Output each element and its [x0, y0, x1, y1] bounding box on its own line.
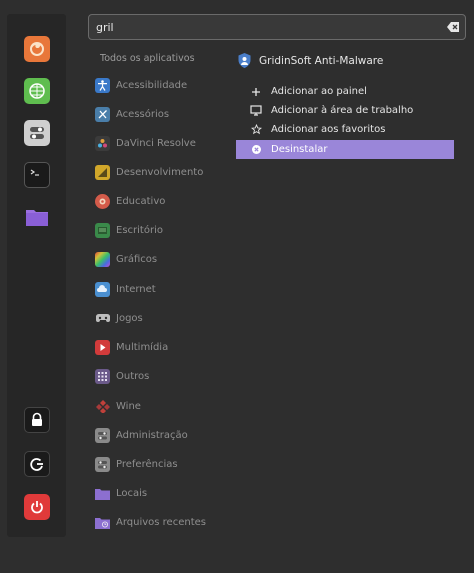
davinci-icon	[95, 135, 110, 151]
category-recent-files[interactable]: Arquivos recentes	[95, 512, 235, 532]
category-preferences[interactable]: Preferências	[95, 454, 235, 474]
accessories-icon	[95, 106, 110, 122]
administration-icon	[95, 427, 110, 443]
terminal-icon[interactable]	[24, 162, 50, 188]
uninstall-icon	[250, 144, 262, 156]
category-development[interactable]: Desenvolvimento	[95, 162, 235, 182]
category-label: Acessibilidade	[116, 79, 188, 91]
games-icon	[95, 311, 110, 326]
favorites-sidebar	[7, 14, 66, 537]
places-icon	[95, 486, 110, 501]
wine-icon	[95, 399, 110, 414]
category-others[interactable]: Outros	[95, 366, 235, 386]
category-label: DaVinci Resolve	[116, 137, 196, 149]
category-internet[interactable]: Internet	[95, 279, 235, 299]
star-icon	[250, 124, 262, 136]
category-davinci-resolve[interactable]: DaVinci Resolve	[95, 133, 235, 153]
green-app-icon[interactable]	[24, 78, 50, 104]
category-header-all-apps[interactable]: Todos os aplicativos	[100, 53, 195, 64]
category-label: Wine	[116, 400, 141, 412]
desktop-icon	[250, 105, 262, 117]
plus-icon	[250, 86, 262, 98]
category-label: Gráficos	[116, 253, 158, 265]
category-label: Escritório	[116, 224, 163, 236]
power-icon[interactable]	[24, 494, 50, 520]
clear-search-icon[interactable]	[447, 21, 460, 33]
recent-files-icon	[95, 515, 110, 530]
office-icon	[95, 222, 110, 238]
category-label: Administração	[116, 429, 188, 441]
uninstall-action[interactable]: Desinstalar	[236, 140, 454, 159]
graphics-icon	[95, 251, 110, 267]
firefox-icon[interactable]	[24, 36, 50, 62]
development-icon	[95, 164, 110, 180]
category-administration[interactable]: Administração	[95, 425, 235, 445]
action-label: Desinstalar	[271, 144, 328, 155]
category-label: Acessórios	[116, 108, 170, 120]
category-accessibility[interactable]: Acessibilidade	[95, 75, 235, 95]
gridinsoft-app-icon	[238, 53, 251, 68]
category-label: Desenvolvimento	[116, 166, 204, 178]
category-graphics[interactable]: Gráficos	[95, 249, 235, 269]
category-label: Outros	[116, 370, 150, 382]
category-label: Multimídia	[116, 341, 169, 353]
category-label: Educativo	[116, 195, 166, 207]
preferences-icon	[95, 456, 110, 472]
multimedia-icon	[95, 339, 110, 355]
category-label: Locais	[116, 487, 148, 499]
search-box[interactable]	[88, 14, 466, 40]
add-to-panel-action[interactable]: Adicionar ao painel	[236, 82, 454, 101]
category-office[interactable]: Escritório	[95, 220, 235, 240]
accessibility-icon	[95, 77, 110, 93]
category-wine[interactable]: Wine	[95, 396, 235, 416]
category-label: Internet	[116, 283, 156, 295]
category-label: Preferências	[116, 458, 178, 470]
folder-icon[interactable]	[24, 204, 50, 230]
app-title: GridinSoft Anti-Malware	[259, 54, 384, 67]
logout-icon[interactable]	[24, 451, 50, 477]
category-education[interactable]: Educativo	[95, 191, 235, 211]
category-places[interactable]: Locais	[95, 483, 235, 503]
app-result[interactable]: GridinSoft Anti-Malware	[236, 52, 383, 69]
lock-icon[interactable]	[24, 407, 50, 433]
add-to-desktop-action[interactable]: Adicionar à área de trabalho	[236, 101, 454, 120]
category-games[interactable]: Jogos	[95, 308, 235, 328]
settings-toggle-icon[interactable]	[24, 120, 50, 146]
others-icon	[95, 368, 110, 384]
action-label: Adicionar aos favoritos	[271, 124, 386, 135]
add-to-favorites-action[interactable]: Adicionar aos favoritos	[236, 120, 454, 139]
education-icon	[95, 193, 110, 209]
category-accessories[interactable]: Acessórios	[95, 104, 235, 124]
category-label: Jogos	[116, 312, 143, 324]
category-label: Arquivos recentes	[116, 516, 206, 528]
search-input[interactable]	[96, 18, 426, 36]
action-label: Adicionar ao painel	[271, 86, 367, 97]
action-label: Adicionar à área de trabalho	[271, 105, 414, 116]
internet-icon	[95, 281, 110, 297]
category-multimedia[interactable]: Multimídia	[95, 337, 235, 357]
